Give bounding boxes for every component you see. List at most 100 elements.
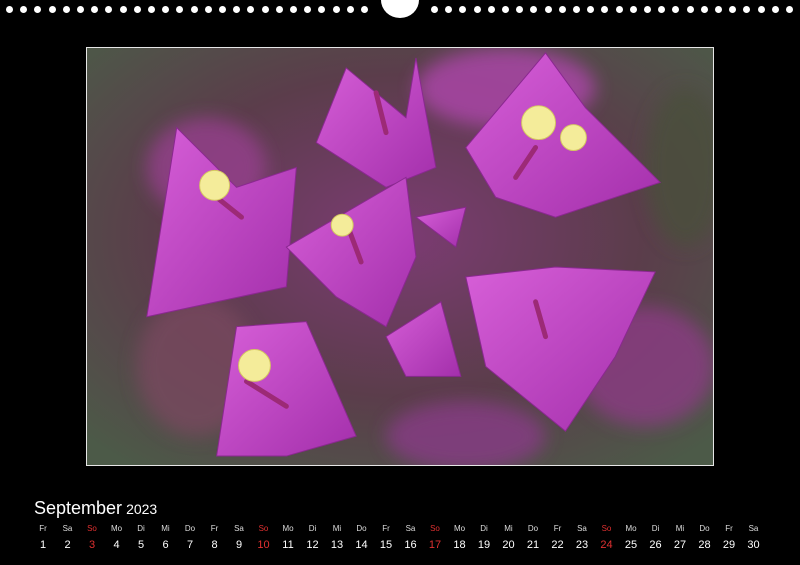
binding-hole: [361, 6, 368, 13]
weekday-label: Sa: [405, 524, 416, 533]
binding-hole: [743, 6, 751, 13]
binding-hole: [48, 6, 56, 13]
weekday-label: So: [601, 524, 612, 533]
binding-hole: [6, 6, 13, 13]
binding-hole: [431, 6, 438, 13]
day-number: 29: [722, 539, 736, 551]
weekday-label: Fr: [725, 524, 733, 533]
binding-hole: [615, 6, 623, 13]
binding-hole: [715, 6, 722, 13]
weekday-label: Mi: [332, 524, 342, 533]
binding-hole: [275, 6, 283, 13]
day-number: 16: [404, 539, 417, 551]
weekday-label: So: [430, 524, 440, 533]
weekday-label: Do: [527, 524, 539, 533]
binding-hole: [700, 6, 708, 13]
weekday-label: Sa: [748, 524, 759, 533]
day-number: 12: [306, 539, 319, 551]
day-number: 5: [137, 539, 145, 551]
day-number: 17: [428, 539, 442, 551]
binding-hole: [658, 6, 666, 13]
binding-hole: [233, 6, 241, 13]
binding-hole: [176, 6, 184, 13]
binding-hole: [629, 6, 637, 13]
binding-hole: [332, 6, 340, 13]
day-number: 23: [575, 539, 589, 551]
weekday-label: So: [87, 524, 97, 533]
hanger-hole: [381, 0, 419, 18]
weekday-label: Di: [137, 524, 145, 533]
day-number: 24: [600, 539, 613, 551]
weekday-label: Do: [699, 524, 710, 533]
binding-hole: [77, 6, 84, 13]
binding-hole: [20, 6, 28, 13]
binding-hole: [587, 6, 595, 13]
day-number: 11: [282, 539, 294, 551]
binding-hole: [516, 6, 524, 13]
day-number: 28: [698, 539, 711, 551]
binding-hole: [544, 6, 552, 13]
weekday-label: Fr: [39, 524, 47, 533]
bougainvillea-photo: [87, 48, 713, 465]
binding-hole: [445, 6, 453, 13]
binding-hole: [459, 6, 467, 13]
day-number: 25: [624, 539, 638, 551]
binding-hole: [261, 6, 269, 13]
weekday-label: Sa: [234, 524, 244, 533]
month-title: September 2023: [34, 498, 157, 519]
weekday-label: Di: [651, 524, 660, 533]
day-number: 19: [477, 539, 491, 551]
day-number: 7: [186, 539, 194, 551]
weekday-label: Mi: [161, 524, 170, 533]
day-number: 8: [211, 539, 218, 551]
binding-hole: [771, 6, 779, 13]
binding-hole: [757, 6, 765, 13]
weekday-label: Di: [480, 524, 488, 533]
weekday-label: Di: [308, 524, 317, 533]
binding-hole: [786, 6, 793, 13]
binding-hole: [162, 6, 170, 13]
binding-hole: [34, 6, 42, 13]
binding-hole: [133, 6, 141, 13]
day-number: 20: [502, 539, 515, 551]
weekday-label: Fr: [382, 524, 390, 533]
binding-hole: [729, 6, 737, 13]
binding-hole: [190, 6, 198, 13]
day-number: 6: [162, 539, 169, 551]
binding-hole: [346, 6, 354, 13]
day-number: 18: [453, 539, 466, 551]
weekday-label: Sa: [62, 524, 73, 533]
binding-hole: [290, 6, 297, 13]
weekday-label: Fr: [553, 524, 562, 533]
day-number: 9: [235, 539, 243, 551]
day-strip: Fr 1 Sa 2 So 3 Mo 4 Di 5 Mi 6 Do 7 Fr 8 Sa 9 So 10 Mo 11 Di 12 M…: [31, 524, 769, 558]
weekday-label: Mi: [675, 524, 685, 533]
binding-hole: [530, 6, 538, 13]
binding-hole: [62, 6, 70, 13]
day-number: 21: [526, 539, 540, 551]
weekday-label: Mo: [110, 524, 123, 533]
binding-hole: [573, 6, 580, 13]
binding-hole: [601, 6, 609, 13]
day-number: 30: [747, 539, 760, 551]
binding-hole: [318, 6, 326, 13]
binding-hole: [91, 6, 99, 13]
weekday-label: Mo: [282, 524, 294, 533]
weekday-label: Do: [356, 524, 367, 533]
binding-hole: [247, 6, 255, 13]
calendar-photo: [86, 47, 714, 466]
binding-hole: [304, 6, 312, 13]
weekday-label: Do: [184, 524, 196, 533]
binding-hole: [487, 6, 495, 13]
day-number: 2: [64, 539, 71, 551]
day-number: 26: [649, 539, 662, 551]
spiral-binding: [0, 0, 800, 22]
day-number: 27: [673, 539, 687, 551]
binding-hole: [204, 6, 212, 13]
day-number: 1: [39, 539, 47, 551]
month-year: 2023: [126, 501, 158, 517]
weekday-label: Mi: [504, 524, 513, 533]
binding-hole: [219, 6, 226, 13]
day-number: 15: [379, 539, 393, 551]
binding-hole: [119, 6, 127, 13]
